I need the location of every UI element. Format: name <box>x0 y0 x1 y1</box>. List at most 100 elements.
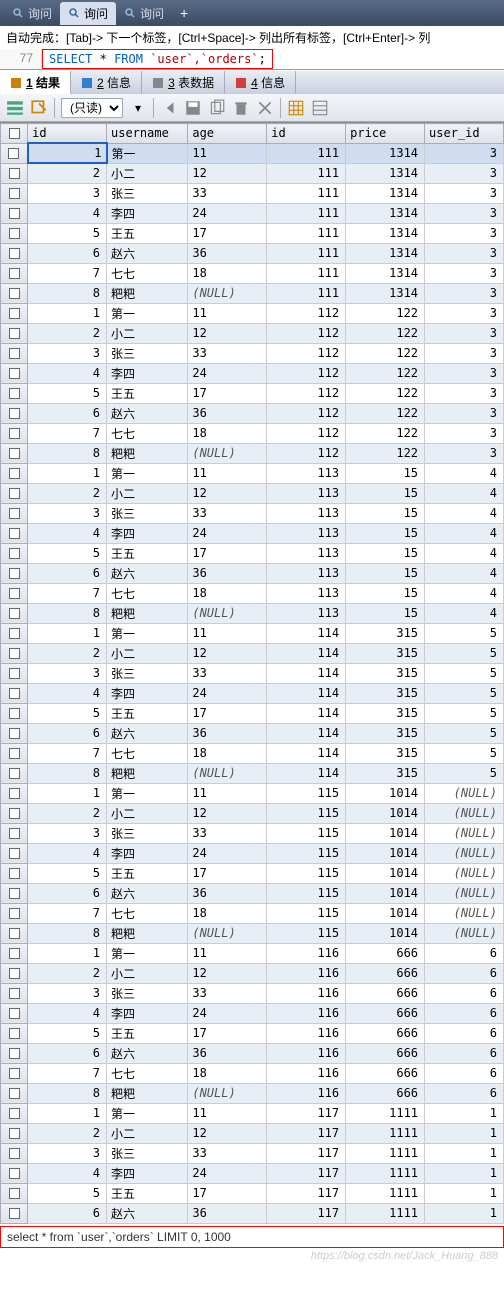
cell[interactable]: 赵六 <box>107 243 188 263</box>
cell[interactable]: 1314 <box>346 243 425 263</box>
cell[interactable]: 粑粑 <box>107 283 188 303</box>
cell[interactable]: 117 <box>267 1143 346 1163</box>
cell[interactable]: 王五 <box>107 543 188 563</box>
cell[interactable]: 王五 <box>107 223 188 243</box>
cell[interactable]: 李四 <box>107 203 188 223</box>
cell[interactable]: 3 <box>425 383 504 403</box>
cell[interactable]: 112 <box>267 343 346 363</box>
cell[interactable]: 114 <box>267 623 346 643</box>
table-row[interactable]: 3张三3311711111 <box>1 1143 504 1163</box>
cell[interactable]: 小二 <box>107 963 188 983</box>
cell[interactable]: 李四 <box>107 843 188 863</box>
cell[interactable]: 666 <box>346 1023 425 1043</box>
cell[interactable]: 8 <box>28 1083 107 1103</box>
cell[interactable]: 113 <box>267 463 346 483</box>
cell[interactable]: 315 <box>346 683 425 703</box>
cell[interactable]: 张三 <box>107 823 188 843</box>
cell[interactable]: 1 <box>28 943 107 963</box>
cell[interactable]: 18 <box>188 583 267 603</box>
row-checkbox[interactable] <box>1 943 28 963</box>
cell[interactable]: 5 <box>28 703 107 723</box>
cell[interactable]: 8 <box>28 443 107 463</box>
cell[interactable]: 33 <box>188 823 267 843</box>
table-row[interactable]: 5王五1711711111 <box>1 1183 504 1203</box>
cell[interactable]: 113 <box>267 503 346 523</box>
cell[interactable]: 5 <box>28 863 107 883</box>
cell[interactable]: 5 <box>425 683 504 703</box>
table-row[interactable]: 8粑粑(NULL)113154 <box>1 603 504 623</box>
cell[interactable]: (NULL) <box>188 603 267 623</box>
cell[interactable]: 6 <box>28 1203 107 1223</box>
cell[interactable]: 24 <box>188 843 267 863</box>
cell[interactable]: 6 <box>28 723 107 743</box>
cell[interactable]: 第一 <box>107 783 188 803</box>
cell[interactable]: 666 <box>346 1043 425 1063</box>
cell[interactable]: 7 <box>28 583 107 603</box>
cell[interactable]: 111 <box>267 143 346 163</box>
cell[interactable]: 七七 <box>107 903 188 923</box>
cell[interactable]: 第一 <box>107 623 188 643</box>
cell[interactable]: 17 <box>188 1183 267 1203</box>
cell[interactable]: 3 <box>425 303 504 323</box>
form-view-icon[interactable] <box>311 99 329 117</box>
table-row[interactable]: 7七七181151014(NULL) <box>1 903 504 923</box>
cell[interactable]: 112 <box>267 323 346 343</box>
table-row[interactable]: 4李四241143155 <box>1 683 504 703</box>
row-checkbox[interactable] <box>1 583 28 603</box>
cell[interactable]: 王五 <box>107 863 188 883</box>
cell[interactable]: 112 <box>267 303 346 323</box>
add-tab-button[interactable]: + <box>172 5 196 21</box>
cell[interactable]: 115 <box>267 843 346 863</box>
cell[interactable]: 666 <box>346 983 425 1003</box>
cell[interactable]: 6 <box>425 963 504 983</box>
delete-icon[interactable] <box>232 99 250 117</box>
row-checkbox[interactable] <box>1 443 28 463</box>
cell[interactable]: 117 <box>267 1123 346 1143</box>
table-row[interactable]: 7七七181121223 <box>1 423 504 443</box>
cell[interactable]: 113 <box>267 483 346 503</box>
cell[interactable]: 17 <box>188 383 267 403</box>
row-checkbox[interactable] <box>1 1043 28 1063</box>
cell[interactable]: 1314 <box>346 283 425 303</box>
cell[interactable]: 12 <box>188 643 267 663</box>
cell[interactable]: 18 <box>188 1063 267 1083</box>
cell[interactable]: 24 <box>188 523 267 543</box>
cell[interactable]: 1 <box>28 783 107 803</box>
column-header-id[interactable]: id <box>28 124 107 144</box>
cell[interactable]: 2 <box>28 1123 107 1143</box>
cell[interactable]: 33 <box>188 503 267 523</box>
cell[interactable]: 18 <box>188 743 267 763</box>
table-row[interactable]: 4李四241166666 <box>1 1003 504 1023</box>
row-checkbox[interactable] <box>1 1023 28 1043</box>
table-row[interactable]: 2小二121151014(NULL) <box>1 803 504 823</box>
cell[interactable]: 张三 <box>107 343 188 363</box>
cell[interactable]: 6 <box>425 1043 504 1063</box>
cell[interactable]: 七七 <box>107 1063 188 1083</box>
cell[interactable]: (NULL) <box>425 783 504 803</box>
cell[interactable]: 315 <box>346 743 425 763</box>
cell[interactable]: 113 <box>267 543 346 563</box>
cell[interactable]: 3 <box>28 823 107 843</box>
row-checkbox[interactable] <box>1 283 28 303</box>
cell[interactable]: 1014 <box>346 803 425 823</box>
row-checkbox[interactable] <box>1 903 28 923</box>
table-row[interactable]: 2小二121143155 <box>1 643 504 663</box>
row-checkbox[interactable] <box>1 1123 28 1143</box>
cell[interactable]: 2 <box>28 483 107 503</box>
cell[interactable]: 111 <box>267 163 346 183</box>
cell[interactable]: (NULL) <box>425 903 504 923</box>
cell[interactable]: 111 <box>267 283 346 303</box>
cell[interactable]: 1014 <box>346 843 425 863</box>
cell[interactable]: 17 <box>188 863 267 883</box>
cell[interactable]: 122 <box>346 383 425 403</box>
cell[interactable]: 315 <box>346 703 425 723</box>
cell[interactable]: 111 <box>267 223 346 243</box>
cell[interactable]: 17 <box>188 223 267 243</box>
row-checkbox[interactable] <box>1 963 28 983</box>
table-row[interactable]: 6赵六361143155 <box>1 723 504 743</box>
cell[interactable]: 小二 <box>107 323 188 343</box>
row-checkbox[interactable] <box>1 783 28 803</box>
cell[interactable]: 1111 <box>346 1123 425 1143</box>
cell[interactable]: 1 <box>28 143 107 163</box>
cell[interactable]: 4 <box>28 203 107 223</box>
